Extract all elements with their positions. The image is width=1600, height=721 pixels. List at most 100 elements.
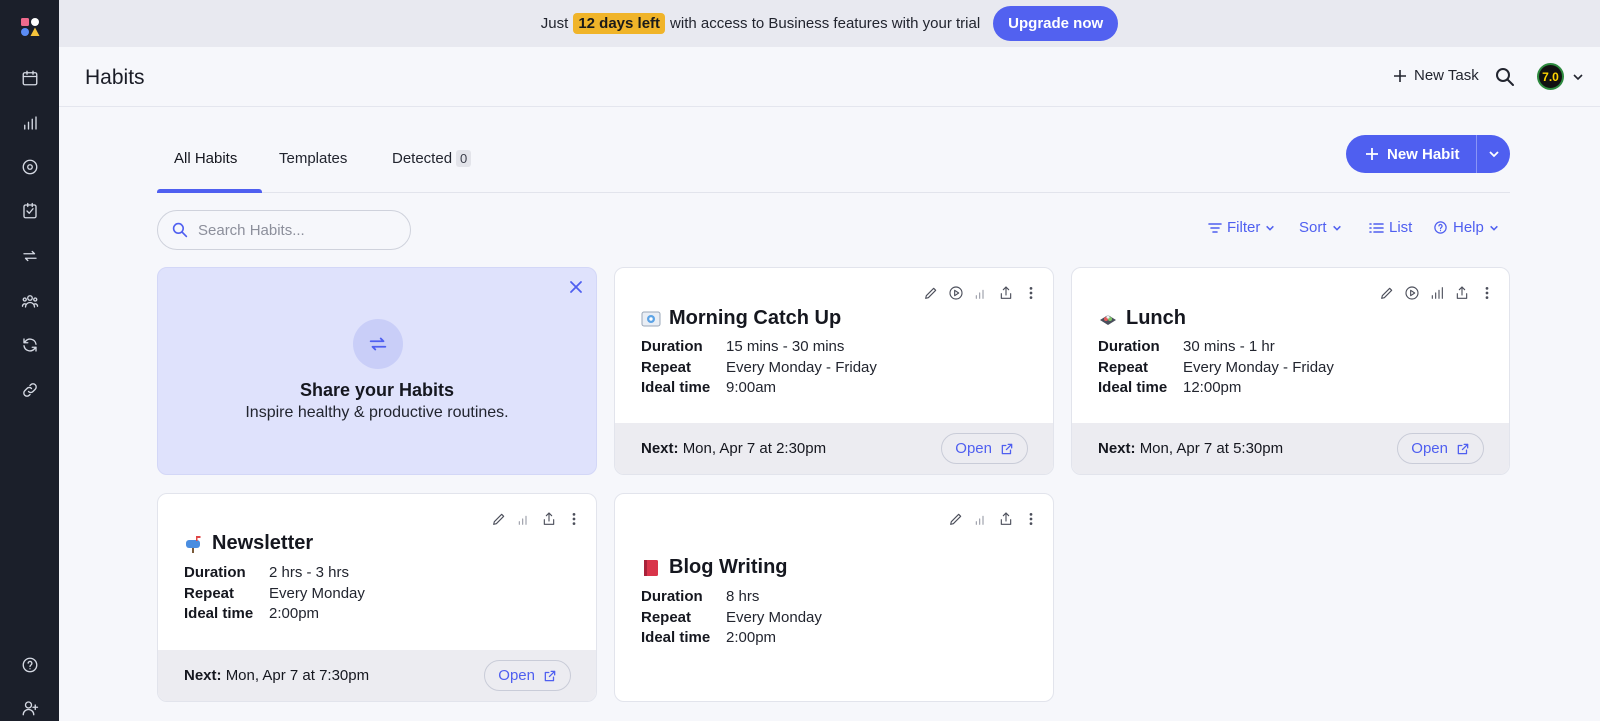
search-habits xyxy=(157,210,411,250)
stats-icon[interactable] xyxy=(19,112,41,134)
search-icon[interactable] xyxy=(1495,67,1515,87)
habit-tabs: All Habits Templates Detected 0 xyxy=(157,135,1510,193)
next-label: Next: xyxy=(184,667,222,684)
search-habits-input[interactable] xyxy=(198,221,398,239)
duration-label: Duration xyxy=(184,564,246,581)
upgrade-now-button[interactable]: Upgrade now xyxy=(993,6,1119,41)
stats-icon[interactable] xyxy=(972,284,989,301)
share-title: Share your Habits xyxy=(299,380,455,400)
share-icon-circle xyxy=(353,319,403,369)
repeat-value: Every Monday - Friday xyxy=(726,358,877,376)
list-view-button[interactable]: List xyxy=(1369,219,1412,236)
share-habits-card: Share your Habits Inspire healthy & prod… xyxy=(157,267,597,475)
habit-details: Duration 30 mins - 1 hr Repeat Every Monda… xyxy=(1098,337,1334,399)
open-label: Open xyxy=(1411,440,1448,457)
list-icon xyxy=(1369,222,1384,233)
repeat-row: Repeat Every Monday - Friday xyxy=(641,358,877,379)
open-button[interactable]: Open xyxy=(941,433,1028,464)
habit-title: Lunch xyxy=(1098,307,1186,330)
duration-value: 2 hrs - 3 hrs xyxy=(269,564,350,581)
open-label: Open xyxy=(498,667,535,684)
avatar[interactable]: 7.0 xyxy=(1537,63,1564,90)
next-occurrence: Next: Mon, Apr 7 at 5:30pm xyxy=(1098,440,1283,457)
edit-icon[interactable] xyxy=(922,284,939,301)
ideal-time-row: Ideal time 9:00am xyxy=(641,378,877,399)
habit-details: Duration 2 hrs - 3 hrs Repeat Every Monday… xyxy=(184,563,365,625)
ideal-time-label: Ideal time xyxy=(1098,379,1168,396)
card-actions xyxy=(1378,284,1495,301)
mailbox-emoji-icon xyxy=(186,535,201,553)
edit-icon[interactable] xyxy=(947,510,964,527)
links-icon[interactable] xyxy=(19,379,41,401)
duration-label: Duration xyxy=(1098,338,1160,355)
habit-card[interactable]: Blog Writing Duration 8 hrs Repeat Every M… xyxy=(614,493,1054,702)
open-button[interactable]: Open xyxy=(1397,433,1484,464)
sort-button[interactable]: Sort xyxy=(1299,219,1342,236)
tasks-icon[interactable] xyxy=(19,200,41,222)
duration-label: Duration xyxy=(641,338,703,355)
external-link-icon xyxy=(1457,443,1469,454)
repeat-value: Every Monday - Friday xyxy=(1183,358,1334,376)
play-icon[interactable] xyxy=(1403,284,1420,301)
edit-icon[interactable] xyxy=(1378,284,1395,301)
play-icon[interactable] xyxy=(947,284,964,301)
habits-icon[interactable] xyxy=(19,245,41,267)
share-subtitle: Inspire healthy & productive routines. xyxy=(245,404,509,421)
new-habit-split-button: New Habit xyxy=(1346,135,1510,173)
card-footer: Next: Mon, Apr 7 at 5:30pm Open xyxy=(1072,423,1509,474)
invite-icon[interactable] xyxy=(19,697,41,719)
repeat-row: Repeat Every Monday - Friday xyxy=(1098,358,1334,379)
stats-icon[interactable] xyxy=(1428,284,1445,301)
tab-all-habits[interactable]: All Habits xyxy=(174,150,237,167)
habit-title: Newsletter xyxy=(184,532,313,555)
help-button[interactable]: Help xyxy=(1433,219,1499,236)
external-link-icon xyxy=(544,670,556,681)
new-task-label: New Task xyxy=(1414,67,1479,84)
team-icon[interactable] xyxy=(19,290,41,312)
new-task-button[interactable]: New Task xyxy=(1394,67,1479,84)
more-options-icon[interactable] xyxy=(1022,284,1039,301)
priorities-icon[interactable] xyxy=(19,156,41,178)
chevron-down-icon xyxy=(1332,225,1341,231)
stats-icon[interactable] xyxy=(972,510,989,527)
next-value: Mon, Apr 7 at 2:30pm xyxy=(682,440,827,457)
sync-icon[interactable] xyxy=(19,334,41,356)
open-button[interactable]: Open xyxy=(484,660,571,691)
app-logo[interactable] xyxy=(20,17,40,37)
duration-row: Duration 15 mins - 30 mins xyxy=(641,337,877,358)
filter-label: Filter xyxy=(1227,219,1261,236)
tab-templates[interactable]: Templates xyxy=(279,150,347,167)
filter-icon xyxy=(1208,222,1222,233)
calendar-icon[interactable] xyxy=(19,67,41,89)
ideal-time-row: Ideal time 2:00pm xyxy=(641,628,822,649)
filter-button[interactable]: Filter xyxy=(1208,219,1275,236)
more-options-icon[interactable] xyxy=(565,510,582,527)
ideal-time-value: 9:00am xyxy=(726,379,777,396)
plus-icon xyxy=(1366,148,1378,160)
chevron-down-icon xyxy=(1489,225,1498,231)
more-options-icon[interactable] xyxy=(1022,510,1039,527)
close-icon[interactable] xyxy=(568,279,584,295)
share-icon[interactable] xyxy=(1453,284,1470,301)
next-label: Next: xyxy=(641,440,679,457)
share-icon[interactable] xyxy=(997,510,1014,527)
help-icon[interactable] xyxy=(19,654,41,676)
chevron-down-icon[interactable] xyxy=(1572,71,1584,83)
habit-card[interactable]: Newsletter Duration 2 hrs - 3 hrs Repeat E… xyxy=(157,493,597,702)
search-icon xyxy=(172,222,188,238)
book-emoji-icon xyxy=(644,559,658,576)
share-icon[interactable] xyxy=(997,284,1014,301)
habit-details: Duration 15 mins - 30 mins Repeat Every Mo… xyxy=(641,337,877,399)
habit-card[interactable]: Morning Catch Up Duration 15 mins - 30 mi… xyxy=(614,267,1054,475)
share-icon[interactable] xyxy=(540,510,557,527)
edit-icon[interactable] xyxy=(490,510,507,527)
habit-card[interactable]: Lunch Duration 30 mins - 1 hr Repeat Every… xyxy=(1071,267,1510,475)
tab-detected[interactable]: Detected 0 xyxy=(392,150,472,167)
more-options-icon[interactable] xyxy=(1478,284,1495,301)
new-habit-button[interactable]: New Habit xyxy=(1346,135,1476,173)
duration-value: 15 mins - 30 mins xyxy=(726,338,845,355)
habit-name: Lunch xyxy=(1126,307,1186,329)
new-habit-dropdown[interactable] xyxy=(1477,135,1510,173)
stats-icon[interactable] xyxy=(515,510,532,527)
ideal-time-label: Ideal time xyxy=(184,605,254,622)
